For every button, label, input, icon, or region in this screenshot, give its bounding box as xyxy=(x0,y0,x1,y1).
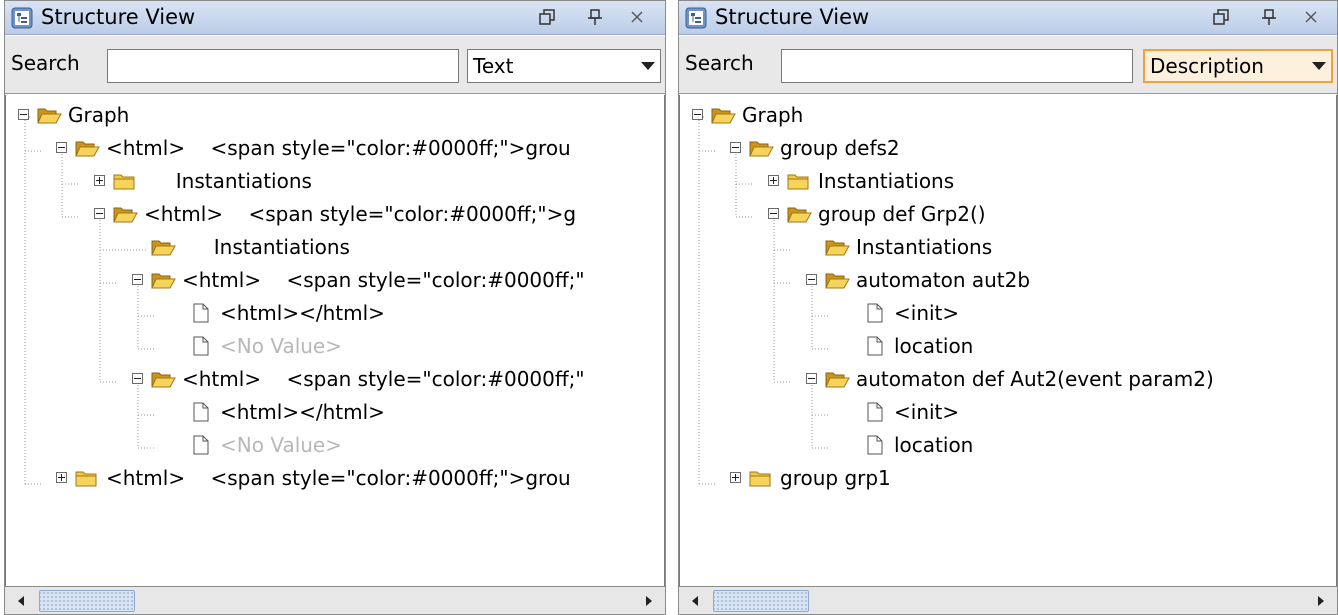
structure-tree[interactable]: Graph group defs2 Instantiations group def … xyxy=(679,95,1337,588)
chevron-down-icon xyxy=(641,62,655,70)
collapse-toggle-icon[interactable] xyxy=(132,373,143,384)
tree-row[interactable]: <No Value> xyxy=(6,332,664,364)
tree-node-label: automaton def Aut2(event param2) xyxy=(856,367,1214,391)
panel-title: Structure View xyxy=(715,5,870,29)
tree-row[interactable]: <init> xyxy=(680,398,1336,430)
close-icon[interactable] xyxy=(1299,5,1323,29)
tree-node-label: <No Value> xyxy=(220,334,342,358)
tree-row[interactable]: Instantiations xyxy=(680,233,1336,265)
tree-row[interactable]: automaton aut2b xyxy=(680,266,1336,298)
tree-node-label: <No Value> xyxy=(220,433,342,457)
collapse-toggle-icon[interactable] xyxy=(132,274,143,285)
collapse-toggle-icon[interactable] xyxy=(56,142,67,153)
search-mode-value: Text xyxy=(473,54,514,78)
restore-window-icon[interactable] xyxy=(535,5,559,29)
tree-row[interactable]: <html></html> xyxy=(6,398,664,430)
collapse-toggle-icon[interactable] xyxy=(768,208,779,219)
tree-node-label: <html> <span style="color:#0000ff;" xyxy=(182,268,585,292)
structure-tree[interactable]: Graph <html> <span style="color:#0000ff;"… xyxy=(5,95,665,588)
tree-node-label: location xyxy=(894,334,974,358)
tree-row[interactable]: <html> <span style="color:#0000ff;">grou xyxy=(6,134,664,166)
tree-node-label: group defs2 xyxy=(780,136,900,160)
tree-row[interactable]: Instantiations xyxy=(680,167,1336,199)
structure-view-icon xyxy=(685,7,707,29)
tree-node-label: Instantiations xyxy=(182,235,350,259)
panel-titlebar[interactable]: Structure View xyxy=(5,1,665,35)
tree-node-label: Graph xyxy=(68,103,130,127)
tree-row[interactable]: <html></html> xyxy=(6,299,664,331)
chevron-down-icon xyxy=(1312,62,1326,70)
tree-row[interactable]: automaton def Aut2(event param2) xyxy=(680,365,1336,397)
tree-row[interactable]: Instantiations xyxy=(6,233,664,265)
restore-window-icon[interactable] xyxy=(1209,5,1233,29)
close-icon[interactable] xyxy=(625,5,649,29)
tree-row[interactable]: <No Value> xyxy=(6,431,664,463)
tree-row[interactable]: <html> <span style="color:#0000ff;">grou xyxy=(6,464,664,496)
tree-row[interactable]: group defs2 xyxy=(680,134,1336,166)
tree-row[interactable]: Graph xyxy=(680,101,1336,133)
tree-node-label: <init> xyxy=(894,301,960,325)
search-bar: Search Text xyxy=(5,36,665,94)
scrollbar-thumb[interactable] xyxy=(713,590,809,612)
pin-icon[interactable] xyxy=(1257,5,1281,29)
scroll-right-arrow-icon[interactable] xyxy=(1309,589,1333,613)
collapse-toggle-icon[interactable] xyxy=(730,142,741,153)
panel-titlebar[interactable]: Structure View xyxy=(679,1,1337,35)
tree-node-label: group grp1 xyxy=(780,466,891,490)
search-mode-select[interactable]: Text xyxy=(467,49,661,83)
search-mode-select[interactable]: Description xyxy=(1143,49,1333,83)
search-label: Search xyxy=(685,51,754,75)
panel-title: Structure View xyxy=(41,5,196,29)
scroll-right-arrow-icon[interactable] xyxy=(637,589,661,613)
structure-view-icon xyxy=(11,7,33,29)
horizontal-scrollbar[interactable] xyxy=(679,586,1337,614)
collapse-toggle-icon[interactable] xyxy=(806,373,817,384)
expand-toggle-icon[interactable] xyxy=(768,175,779,186)
tree-node-label: automaton aut2b xyxy=(856,268,1031,292)
tree-node-label: <html></html> xyxy=(220,301,385,325)
tree-row[interactable]: Graph xyxy=(6,101,664,133)
search-input[interactable] xyxy=(781,49,1133,83)
scroll-left-arrow-icon[interactable] xyxy=(683,589,707,613)
expand-toggle-icon[interactable] xyxy=(56,472,67,483)
tree-row[interactable]: <html> <span style="color:#0000ff;" xyxy=(6,365,664,397)
tree-node-label: <html></html> xyxy=(220,400,385,424)
structure-view-panel-left: Structure View Search Text Graph <html> … xyxy=(4,0,666,615)
tree-node-label: location xyxy=(894,433,974,457)
scrollbar-thumb[interactable] xyxy=(39,590,135,612)
pin-icon[interactable] xyxy=(583,5,607,29)
tree-row[interactable]: <init> xyxy=(680,299,1336,331)
expand-toggle-icon[interactable] xyxy=(730,472,741,483)
search-label: Search xyxy=(11,51,80,75)
expand-toggle-icon[interactable] xyxy=(94,175,105,186)
tree-row[interactable]: group grp1 xyxy=(680,464,1336,496)
tree-node-label: <html> <span style="color:#0000ff;">grou xyxy=(106,136,571,160)
tree-row[interactable]: location xyxy=(680,431,1336,463)
tree-row[interactable]: Instantiations xyxy=(6,167,664,199)
horizontal-scrollbar[interactable] xyxy=(5,586,665,614)
tree-node-label: <html> <span style="color:#0000ff;" xyxy=(182,367,585,391)
structure-view-panel-right: Structure View Search Description Graph … xyxy=(678,0,1338,615)
tree-row[interactable]: group def Grp2() xyxy=(680,200,1336,232)
search-input[interactable] xyxy=(107,49,459,83)
search-bar: Search Description xyxy=(679,36,1337,94)
collapse-toggle-icon[interactable] xyxy=(94,208,105,219)
tree-node-label: Instantiations xyxy=(144,169,312,193)
tree-node-label: <init> xyxy=(894,400,960,424)
tree-node-label: Graph xyxy=(742,103,804,127)
tree-row[interactable]: <html> <span style="color:#0000ff;">g xyxy=(6,200,664,232)
tree-node-label: group def Grp2() xyxy=(818,202,986,226)
search-mode-value: Description xyxy=(1150,54,1264,78)
scroll-left-arrow-icon[interactable] xyxy=(9,589,33,613)
tree-node-label: Instantiations xyxy=(856,235,993,259)
collapse-toggle-icon[interactable] xyxy=(806,274,817,285)
tree-node-label: <html> <span style="color:#0000ff;">grou xyxy=(106,466,571,490)
collapse-toggle-icon[interactable] xyxy=(692,109,703,120)
tree-row[interactable]: <html> <span style="color:#0000ff;" xyxy=(6,266,664,298)
collapse-toggle-icon[interactable] xyxy=(18,109,29,120)
tree-row[interactable]: location xyxy=(680,332,1336,364)
tree-node-label: <html> <span style="color:#0000ff;">g xyxy=(144,202,577,226)
tree-node-label: Instantiations xyxy=(818,169,955,193)
